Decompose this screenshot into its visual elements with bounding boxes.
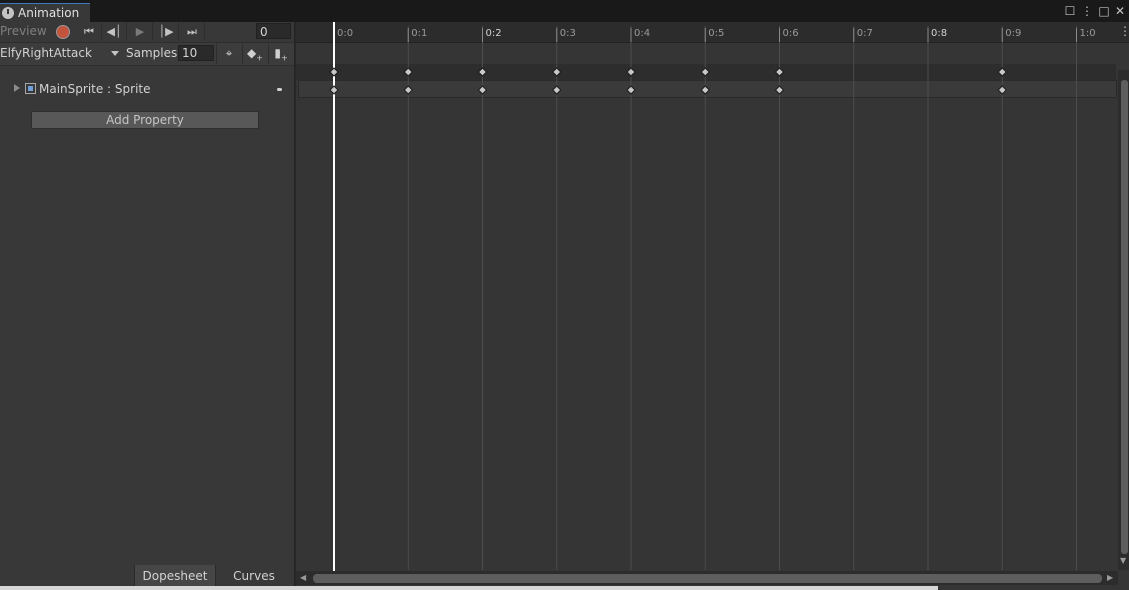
view-mode-tabs: Dopesheet Curves: [0, 565, 294, 587]
status-strip: [0, 586, 938, 590]
chevron-down-icon[interactable]: [111, 51, 119, 56]
sprite-renderer-icon: [25, 83, 36, 94]
window-tab-bar: Animation ☐ ⋮ □ ✕: [0, 0, 1129, 23]
tab-curves[interactable]: Curves: [215, 565, 293, 587]
preview-toggle[interactable]: Preview: [0, 24, 47, 38]
playback-toolbar: Preview ⏮ ◀│ ▶ │▶ ⏭ 0: [0, 22, 294, 42]
summary-keyframe[interactable]: [997, 67, 1007, 77]
horizontal-scroll-thumb[interactable]: [313, 574, 1102, 583]
scroll-down-icon[interactable]: ▼: [1120, 556, 1126, 565]
timeline-more-icon[interactable]: ⋮: [1119, 24, 1129, 38]
vertical-scroll-thumb[interactable]: [1121, 80, 1128, 554]
summary-keyframe[interactable]: [700, 67, 710, 77]
first-key-icon[interactable]: ⏮: [77, 22, 102, 41]
tab-animation[interactable]: Animation: [0, 3, 90, 23]
property-options-icon[interactable]: [277, 88, 282, 91]
dopesheet-timeline[interactable]: 0:0 0:1 0:2 0:3 0:4 0:5 0:6 0:7 0:8 0:9 1:0 ⋮ ▼ ◀ …: [296, 22, 1129, 590]
tab-title: Animation: [18, 6, 80, 20]
clip-toolbar: ElfyRightAttack Samples 10 ⌖ ◆+ ▮+: [0, 42, 294, 66]
expand-arrow-icon[interactable]: [14, 84, 20, 92]
play-icon[interactable]: ▶: [128, 22, 153, 41]
frame-input[interactable]: 0: [256, 23, 291, 39]
samples-label: Samples: [126, 46, 178, 60]
add-keyframe-icon[interactable]: ◆+: [242, 43, 267, 64]
property-label: MainSprite : Sprite: [39, 82, 151, 96]
keyframe[interactable]: [700, 85, 710, 95]
summary-keyframe[interactable]: [552, 67, 562, 77]
samples-input[interactable]: 10: [178, 45, 214, 61]
summary-keyframe[interactable]: [774, 67, 785, 77]
keyframe[interactable]: [329, 85, 339, 95]
tab-dopesheet[interactable]: Dopesheet: [134, 565, 216, 587]
keyframe[interactable]: [997, 85, 1007, 95]
summary-keyframe[interactable]: [477, 67, 488, 77]
maximize-icon[interactable]: □: [1097, 4, 1111, 18]
more-icon[interactable]: ⋮: [1080, 4, 1094, 18]
next-key-icon[interactable]: │▶: [154, 22, 179, 41]
scroll-left-icon[interactable]: ◀: [300, 573, 306, 582]
add-property-button[interactable]: Add Property: [31, 111, 259, 129]
close-icon[interactable]: ✕: [1113, 4, 1127, 18]
keyframe[interactable]: [477, 85, 488, 95]
prev-key-icon[interactable]: ◀│: [102, 22, 127, 41]
lock-icon[interactable]: ☐: [1063, 4, 1077, 18]
keyframe[interactable]: [774, 85, 785, 95]
keyframe[interactable]: [403, 85, 413, 95]
add-event-icon[interactable]: ▮+: [268, 43, 293, 64]
filter-keyframes-icon[interactable]: ⌖: [216, 43, 241, 64]
last-key-icon[interactable]: ⏭: [180, 22, 205, 41]
scroll-right-icon[interactable]: ▶: [1107, 573, 1113, 582]
record-icon[interactable]: [56, 25, 70, 39]
keyframe[interactable]: [626, 85, 636, 95]
summary-keyframe[interactable]: [329, 67, 339, 77]
summary-keyframe[interactable]: [403, 67, 413, 77]
property-row[interactable]: MainSprite : Sprite: [0, 78, 294, 100]
keyframe-layer[interactable]: [296, 22, 1129, 590]
clock-icon: [2, 7, 14, 19]
clip-selector[interactable]: ElfyRightAttack: [0, 46, 92, 60]
hierarchy-panel: Preview ⏮ ◀│ ▶ │▶ ⏭ 0 ElfyRightAttack Sa…: [0, 22, 295, 590]
keyframe[interactable]: [552, 85, 562, 95]
summary-keyframe[interactable]: [626, 67, 636, 77]
